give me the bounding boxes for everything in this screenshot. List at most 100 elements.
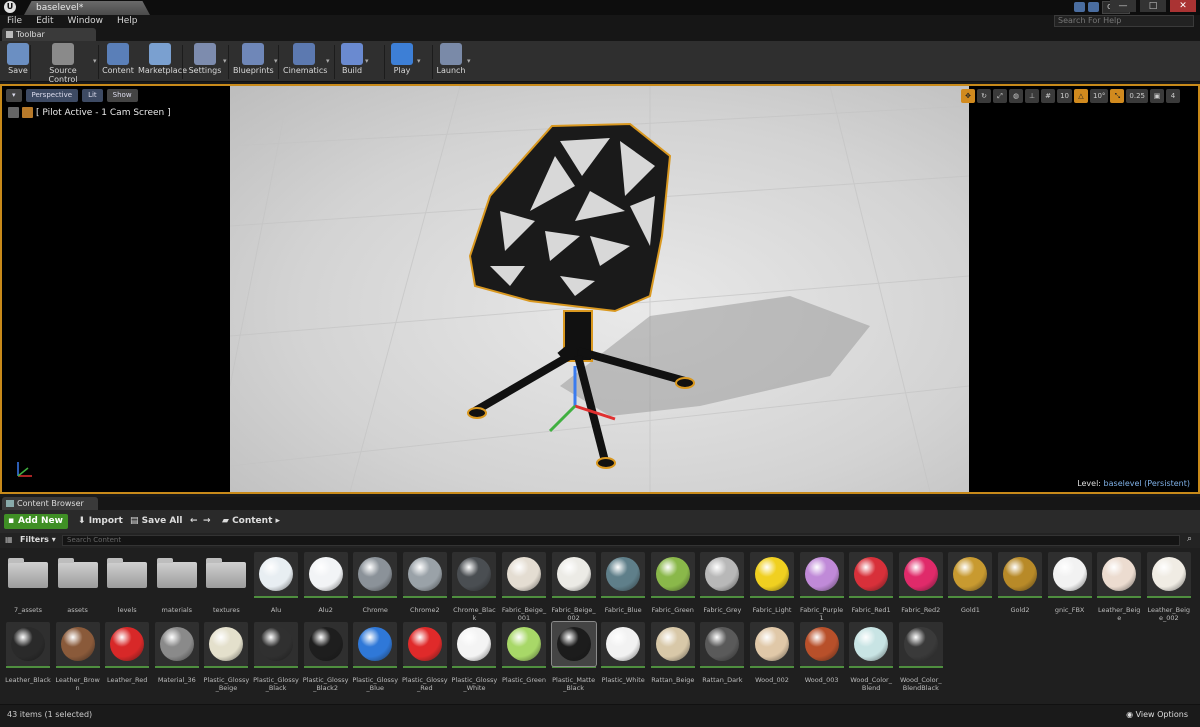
- save-all-button[interactable]: ▤ Save All: [130, 514, 182, 529]
- launch-button[interactable]: Launch: [436, 43, 466, 81]
- material-item[interactable]: Rattan_Dark: [699, 622, 745, 684]
- material-item[interactable]: Wood_Color_BlendBlack: [898, 622, 944, 692]
- material-item[interactable]: Plastic_Glossy_Beige: [203, 622, 249, 692]
- material-item[interactable]: Alu2: [303, 552, 349, 614]
- eject-pilot-icon[interactable]: [8, 107, 19, 118]
- viewport-options-button[interactable]: ▾: [6, 89, 22, 102]
- import-button[interactable]: ⬇ Import: [78, 514, 123, 529]
- material-item[interactable]: Leather_Brown: [55, 622, 101, 692]
- material-item[interactable]: Fabric_Green: [650, 552, 696, 614]
- material-item[interactable]: Leather_Black: [5, 622, 51, 684]
- search-content-input[interactable]: Search Content: [62, 535, 1180, 546]
- material-item[interactable]: Plastic_Glossy_Black: [253, 622, 299, 692]
- history-back-button[interactable]: ←: [190, 514, 198, 529]
- material-item[interactable]: Plastic_Glossy_White: [451, 622, 497, 692]
- folder-item[interactable]: levels: [104, 552, 150, 614]
- folder-item[interactable]: textures: [203, 552, 249, 614]
- material-item[interactable]: Fabric_Light: [749, 552, 795, 614]
- material-item[interactable]: Leather_Beige_002: [1146, 552, 1192, 622]
- material-item[interactable]: Plastic_White: [600, 622, 646, 684]
- dropdown-arrow-icon[interactable]: ▾: [417, 57, 421, 65]
- material-item[interactable]: Plastic_Green: [501, 622, 547, 684]
- material-item[interactable]: Chrome_Black: [451, 552, 497, 622]
- material-item[interactable]: Fabric_Purple1: [799, 552, 845, 622]
- close-button[interactable]: ✕: [1170, 0, 1196, 12]
- marketplace-button[interactable]: Marketplace: [138, 43, 187, 81]
- dropdown-arrow-icon[interactable]: ▾: [274, 57, 278, 65]
- dropdown-arrow-icon[interactable]: ▾: [223, 57, 227, 65]
- dropdown-arrow-icon[interactable]: ▾: [326, 57, 330, 65]
- dropdown-arrow-icon[interactable]: ▾: [93, 57, 97, 65]
- surface-snap-icon[interactable]: ⊥: [1025, 89, 1040, 103]
- camera-speed-icon[interactable]: ▣: [1150, 89, 1164, 103]
- play-button[interactable]: Play: [388, 43, 416, 81]
- maximize-button[interactable]: □: [1140, 0, 1166, 12]
- feedback-icon[interactable]: [1088, 2, 1099, 12]
- material-item[interactable]: Plastic_Glossy_Blue: [352, 622, 398, 692]
- grid-snap-icon[interactable]: #: [1041, 89, 1056, 103]
- material-item[interactable]: Leather_Beige: [1096, 552, 1142, 622]
- material-item[interactable]: Wood_Color_Blend: [848, 622, 894, 692]
- content-button[interactable]: Content: [102, 43, 134, 81]
- material-item[interactable]: Fabric_Beige_001: [501, 552, 547, 622]
- save-button[interactable]: Save: [6, 43, 30, 81]
- search-help-input[interactable]: Search For Help: [1054, 15, 1194, 27]
- level-viewport[interactable]: ▾ Perspective Lit Show [ Pilot Active - …: [0, 84, 1200, 494]
- menu-help[interactable]: Help: [117, 15, 138, 28]
- material-item[interactable]: Fabric_Grey: [699, 552, 745, 614]
- blueprints-button[interactable]: Blueprints: [233, 43, 274, 81]
- scale-snap-icon[interactable]: ⤡: [1110, 89, 1125, 103]
- settings-button[interactable]: Settings: [188, 43, 222, 81]
- rotation-snap-icon[interactable]: △: [1073, 89, 1088, 103]
- material-item[interactable]: Plastic_Glossy_Red: [402, 622, 448, 692]
- world-space-icon[interactable]: ◍: [1009, 89, 1024, 103]
- search-icon[interactable]: ⌕: [1187, 534, 1192, 544]
- material-item[interactable]: Gold2: [997, 552, 1043, 614]
- material-item[interactable]: Plastic_Matte_Black: [550, 621, 597, 692]
- history-forward-button[interactable]: →: [203, 514, 211, 529]
- show-button[interactable]: Show: [106, 89, 138, 102]
- path-breadcrumb[interactable]: ▰ Content ▸: [222, 514, 280, 529]
- cinematics-button[interactable]: Cinematics: [283, 43, 327, 81]
- scale-snap-value[interactable]: 0.25: [1126, 89, 1148, 103]
- grid-snap-value[interactable]: 10: [1057, 89, 1072, 103]
- minimize-button[interactable]: —: [1110, 0, 1136, 12]
- material-item[interactable]: Alu: [253, 552, 299, 614]
- folder-item[interactable]: materials: [154, 552, 200, 614]
- folder-item[interactable]: assets: [55, 552, 101, 614]
- material-item[interactable]: Material_36: [154, 622, 200, 684]
- filters-button[interactable]: Filters ▾: [20, 535, 56, 544]
- dropdown-arrow-icon[interactable]: ▾: [467, 57, 471, 65]
- add-new-button[interactable]: ▪ Add New ▾: [4, 514, 68, 541]
- dropdown-arrow-icon[interactable]: ▾: [365, 57, 369, 65]
- scale-mode-icon[interactable]: ⤢: [993, 89, 1008, 103]
- view-options-button[interactable]: ◉ View Options: [1126, 710, 1188, 719]
- material-item[interactable]: Wood_002: [749, 622, 795, 684]
- material-item[interactable]: Fabric_Blue: [600, 552, 646, 614]
- material-item[interactable]: Fabric_Red2: [898, 552, 944, 614]
- rotate-mode-icon[interactable]: ↻: [977, 89, 992, 103]
- menu-edit[interactable]: Edit: [36, 15, 53, 28]
- notifications-icon[interactable]: [1074, 2, 1085, 12]
- camera-speed-value[interactable]: 4: [1166, 89, 1180, 103]
- viewport-scene[interactable]: [230, 86, 969, 492]
- material-item[interactable]: Wood_003: [799, 622, 845, 684]
- material-item[interactable]: Rattan_Beige: [650, 622, 696, 684]
- material-item[interactable]: Plastic_Glossy_Black2: [303, 622, 349, 692]
- perspective-button[interactable]: Perspective: [25, 89, 79, 102]
- material-item[interactable]: Fabric_Red1: [848, 552, 894, 614]
- menu-window[interactable]: Window: [68, 15, 104, 28]
- lit-button[interactable]: Lit: [82, 89, 103, 102]
- source-control-button[interactable]: Source Control: [34, 43, 92, 84]
- material-item[interactable]: Fabric_Beige_002: [551, 552, 597, 622]
- rotation-snap-value[interactable]: 10°: [1089, 89, 1109, 103]
- folder-item[interactable]: 7_assets: [5, 552, 51, 614]
- sources-toggle-icon[interactable]: ▦: [5, 535, 13, 544]
- menu-file[interactable]: File: [7, 15, 22, 28]
- material-item[interactable]: Gold1: [947, 552, 993, 614]
- toolbar-tab[interactable]: Toolbar: [2, 28, 96, 41]
- material-item[interactable]: Leather_Red: [104, 622, 150, 684]
- translate-mode-icon[interactable]: ✥: [961, 89, 976, 103]
- level-tab[interactable]: baselevel*: [24, 1, 150, 15]
- material-item[interactable]: Chrome: [352, 552, 398, 614]
